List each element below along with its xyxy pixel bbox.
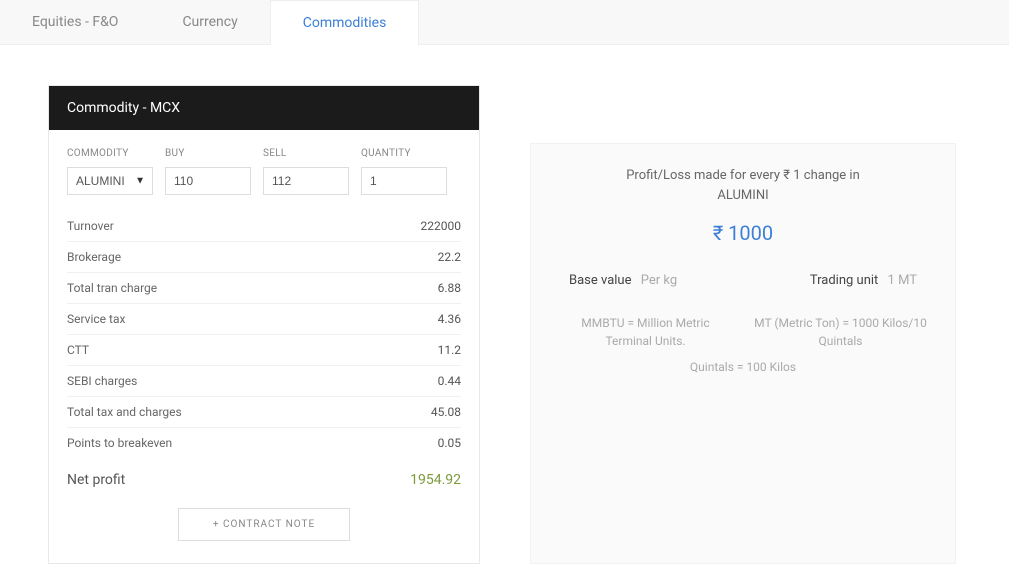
row-label: Total tran charge [67, 281, 157, 295]
row-value: 0.44 [438, 374, 461, 388]
row-value: 45.08 [431, 405, 461, 419]
row-value: 22.2 [438, 250, 461, 264]
commodity-label: COMMODITY [67, 148, 153, 159]
commodity-select[interactable]: ALUMINI [67, 167, 153, 195]
row-label: Service tax [67, 312, 125, 326]
net-label: Net profit [67, 472, 125, 488]
trading-unit-value: 1 MT [888, 273, 917, 288]
row-sebi: SEBI charges 0.44 [67, 366, 461, 397]
pl-amount: ₹ 1000 [559, 221, 927, 245]
contract-note-button[interactable]: + CONTRACT NOTE [178, 508, 350, 541]
pl-line1: Profit/Loss made for every ₹ 1 change in [559, 166, 927, 186]
row-value: 222000 [421, 219, 461, 233]
tab-equities[interactable]: Equities - F&O [0, 0, 150, 44]
row-value: 4.36 [438, 312, 461, 326]
row-ctt: CTT 11.2 [67, 335, 461, 366]
row-tran: Total tran charge 6.88 [67, 273, 461, 304]
row-value: 11.2 [438, 343, 461, 357]
row-label: Turnover [67, 219, 114, 233]
row-label: Total tax and charges [67, 405, 182, 419]
row-label: Brokerage [67, 250, 121, 264]
row-breakeven: Points to breakeven 0.05 [67, 428, 461, 458]
commodity-card: Commodity - MCX COMMODITY ALUMINI ▼ BUY [48, 85, 480, 564]
info-panel: Profit/Loss made for every ₹ 1 change in… [530, 143, 956, 564]
buy-label: BUY [165, 148, 251, 159]
tab-currency[interactable]: Currency [150, 0, 269, 44]
row-label: Points to breakeven [67, 436, 172, 450]
row-totaltax: Total tax and charges 45.08 [67, 397, 461, 428]
row-turnover: Turnover 222000 [67, 211, 461, 242]
card-title: Commodity - MCX [49, 86, 479, 130]
note-quintal: Quintals = 100 Kilos [559, 360, 927, 374]
row-value: 6.88 [438, 281, 461, 295]
net-value: 1954.92 [410, 472, 461, 488]
sell-input[interactable] [263, 167, 349, 195]
row-label: CTT [67, 343, 89, 357]
sell-label: SELL [263, 148, 349, 159]
quantity-input[interactable] [361, 167, 447, 195]
base-value: Per kg [641, 273, 677, 288]
buy-input[interactable] [165, 167, 251, 195]
row-label: SEBI charges [67, 374, 137, 388]
net-profit-row: Net profit 1954.92 [49, 458, 479, 494]
note-mmbtu: MMBTU = Million Metric Terminal Units. [559, 314, 732, 350]
note-mt: MT (Metric Ton) = 1000 Kilos/10 Quintals [754, 314, 927, 350]
tab-commodities[interactable]: Commodities [270, 0, 420, 45]
quantity-label: QUANTITY [361, 148, 447, 159]
pl-line2: ALUMINI [559, 186, 927, 206]
row-brokerage: Brokerage 22.2 [67, 242, 461, 273]
tab-bar: Equities - F&O Currency Commodities [0, 0, 1009, 45]
row-value: 0.05 [438, 436, 461, 450]
trading-unit-label: Trading unit [810, 273, 878, 288]
base-value-label: Base value [569, 273, 632, 288]
row-servicetax: Service tax 4.36 [67, 304, 461, 335]
